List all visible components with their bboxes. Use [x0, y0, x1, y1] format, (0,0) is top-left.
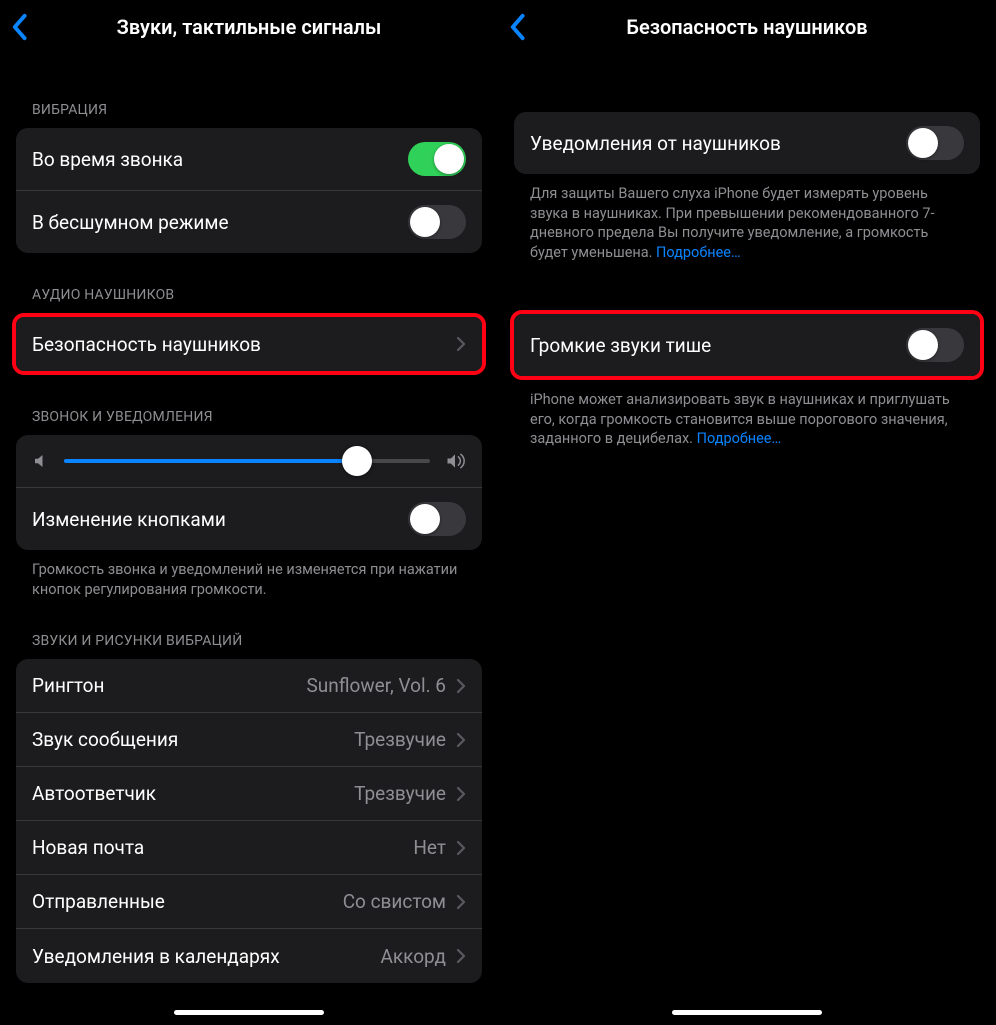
row-value: Трезвучие	[354, 782, 446, 805]
group-vibration: Во время звонка В бесшумном режиме	[16, 128, 482, 253]
chevron-right-icon	[456, 840, 466, 856]
row-volume-slider[interactable]	[16, 435, 482, 488]
slider-thumb[interactable]	[342, 446, 372, 476]
chevron-right-icon	[456, 678, 466, 694]
highlight-reduce-loud: Громкие звуки тише	[510, 310, 984, 380]
section-header-ringer: ЗВОНОК И УВЕДОМЛЕНИЯ	[16, 375, 482, 435]
highlight-headphone-safety: Безопасность наушников	[12, 313, 486, 375]
row-label: Новая почта	[32, 836, 413, 859]
row-value: Со свистом	[343, 890, 446, 913]
row-label: Безопасность наушников	[32, 333, 450, 356]
row-label: Во время звонка	[32, 148, 408, 171]
group-headphone-notifications: Уведомления от наушников	[514, 112, 980, 174]
toggle-knob	[434, 144, 464, 174]
header: Безопасность наушников	[498, 0, 996, 54]
volume-high-icon	[444, 451, 466, 471]
row-voicemail[interactable]: Автоответчик Трезвучие	[16, 767, 482, 821]
home-indicator[interactable]	[672, 1010, 822, 1015]
row-calendar-alerts[interactable]: Уведомления в календарях Аккорд	[16, 929, 482, 983]
group-reduce-loud: Громкие звуки тише	[514, 314, 980, 376]
row-sent-mail[interactable]: Отправленные Со свистом	[16, 875, 482, 929]
row-headphone-notifications[interactable]: Уведомления от наушников	[514, 112, 980, 174]
toggle-knob	[410, 504, 440, 534]
group-ringer: Изменение кнопками	[16, 435, 482, 550]
header: Звуки, тактильные сигналы	[0, 0, 498, 54]
row-headphone-safety[interactable]: Безопасность наушников	[16, 317, 482, 371]
row-label: Рингтон	[32, 674, 306, 697]
section-header-sounds-patterns: ЗВУКИ И РИСУНКИ ВИБРАЦИЙ	[16, 599, 482, 659]
back-button[interactable]	[508, 13, 526, 41]
toggle-knob	[908, 330, 938, 360]
row-label: Отправленные	[32, 890, 343, 913]
slider-fill	[64, 459, 357, 463]
row-label: Изменение кнопками	[32, 508, 408, 531]
row-reduce-loud-sounds[interactable]: Громкие звуки тише	[514, 314, 980, 376]
toggle-headphone-notifications[interactable]	[906, 126, 964, 160]
row-value: Sunflower, Vol. 6	[306, 674, 446, 697]
row-label: Звук сообщения	[32, 728, 354, 751]
row-value: Аккорд	[380, 945, 446, 968]
section-header-headphone-audio: АУДИО НАУШНИКОВ	[16, 253, 482, 313]
row-value: Трезвучие	[354, 728, 446, 751]
content: ВИБРАЦИЯ Во время звонка В бесшумном реж…	[0, 54, 498, 983]
chevron-right-icon	[456, 786, 466, 802]
volume-low-icon	[32, 452, 50, 470]
toggle-vibrate-on-silent[interactable]	[408, 205, 466, 239]
group-headphone-audio: Безопасность наушников	[16, 317, 482, 371]
row-label: Уведомления в календарях	[32, 945, 380, 968]
row-change-with-buttons[interactable]: Изменение кнопками	[16, 488, 482, 550]
toggle-vibrate-on-ring[interactable]	[408, 142, 466, 176]
back-button[interactable]	[10, 13, 28, 41]
row-label: В бесшумном режиме	[32, 211, 408, 234]
row-vibrate-on-silent[interactable]: В бесшумном режиме	[16, 191, 482, 253]
content: Уведомления от наушников Для защиты Ваше…	[498, 54, 996, 449]
toggle-reduce-loud-sounds[interactable]	[906, 328, 964, 362]
row-label: Уведомления от наушников	[530, 132, 906, 155]
footer-note-ringer: Громкость звонка и уведомлений не изменя…	[16, 550, 482, 599]
footer-note-notifications: Для защиты Вашего слуха iPhone будет изм…	[514, 174, 980, 262]
row-label: Громкие звуки тише	[530, 334, 906, 357]
toggle-knob	[908, 128, 938, 158]
chevron-left-icon	[10, 13, 28, 41]
screen-sounds-haptics: Звуки, тактильные сигналы ВИБРАЦИЯ Во вр…	[0, 0, 498, 1025]
learn-more-link[interactable]: Подробнее…	[656, 244, 741, 261]
page-title: Звуки, тактильные сигналы	[117, 15, 382, 39]
learn-more-link[interactable]: Подробнее…	[697, 430, 782, 447]
chevron-left-icon	[508, 13, 526, 41]
row-vibrate-on-ring[interactable]: Во время звонка	[16, 128, 482, 191]
row-value: Нет	[413, 836, 446, 859]
row-new-mail[interactable]: Новая почта Нет	[16, 821, 482, 875]
chevron-right-icon	[456, 894, 466, 910]
home-indicator[interactable]	[174, 1010, 324, 1015]
chevron-right-icon	[456, 948, 466, 964]
toggle-knob	[410, 207, 440, 237]
section-header-vibration: ВИБРАЦИЯ	[16, 54, 482, 128]
screen-headphone-safety: Безопасность наушников Уведомления от на…	[498, 0, 996, 1025]
chevron-right-icon	[456, 336, 466, 352]
toggle-change-with-buttons[interactable]	[408, 502, 466, 536]
chevron-right-icon	[456, 732, 466, 748]
volume-slider[interactable]	[64, 459, 430, 463]
footer-note-reduce-loud: iPhone может анализировать звук в наушни…	[514, 380, 980, 449]
group-sounds-patterns: Рингтон Sunflower, Vol. 6 Звук сообщения…	[16, 659, 482, 983]
page-title: Безопасность наушников	[626, 15, 867, 39]
row-text-tone[interactable]: Звук сообщения Трезвучие	[16, 713, 482, 767]
row-ringtone[interactable]: Рингтон Sunflower, Vol. 6	[16, 659, 482, 713]
row-label: Автоответчик	[32, 782, 354, 805]
